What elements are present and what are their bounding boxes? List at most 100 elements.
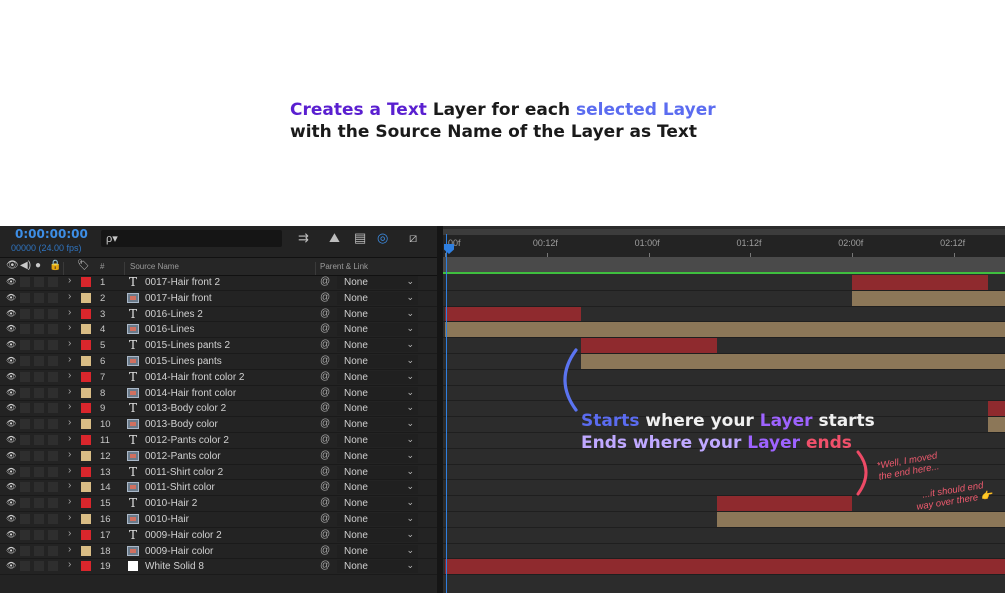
layer-name[interactable]: 0013-Body color 2 bbox=[145, 403, 226, 414]
layer-name[interactable]: 0013-Body color bbox=[145, 419, 218, 430]
label-color-swatch[interactable] bbox=[81, 419, 91, 430]
lock-switch[interactable] bbox=[48, 450, 58, 461]
layer-row[interactable]: 👁 › 13 T 0011-Shirt color 2 @ None ⌄ bbox=[0, 465, 437, 481]
visibility-eye-icon[interactable]: 👁 bbox=[6, 388, 16, 397]
parent-dropdown[interactable]: None ⌄ bbox=[337, 497, 418, 511]
lock-switch[interactable] bbox=[48, 403, 58, 414]
layer-name[interactable]: 0015-Lines pants 2 bbox=[145, 340, 230, 351]
lock-switch-icon[interactable]: 🔒 bbox=[49, 260, 61, 271]
lock-switch[interactable] bbox=[48, 387, 58, 398]
layer-duration-bar[interactable] bbox=[852, 290, 1005, 306]
parent-dropdown[interactable]: None ⌄ bbox=[337, 481, 418, 495]
graph-editor-icon[interactable]: ⧄ bbox=[409, 231, 417, 245]
layer-duration-bar[interactable] bbox=[716, 496, 853, 511]
expand-chevron-icon[interactable]: › bbox=[68, 417, 71, 428]
expand-chevron-icon[interactable]: › bbox=[68, 307, 71, 318]
label-color-swatch[interactable] bbox=[81, 482, 91, 493]
expand-chevron-icon[interactable]: › bbox=[68, 275, 71, 286]
label-color-swatch[interactable] bbox=[81, 450, 91, 461]
video-switch-icon[interactable]: 👁 bbox=[6, 260, 19, 271]
solo-switch[interactable] bbox=[34, 387, 44, 398]
solo-switch[interactable] bbox=[34, 403, 44, 414]
lock-switch[interactable] bbox=[48, 308, 58, 319]
lock-switch[interactable] bbox=[48, 529, 58, 540]
pickwhip-icon[interactable]: @ bbox=[320, 560, 330, 571]
parent-dropdown[interactable]: None ⌄ bbox=[337, 418, 418, 432]
lock-switch[interactable] bbox=[48, 419, 58, 430]
expand-chevron-icon[interactable]: › bbox=[68, 465, 71, 476]
label-color-swatch[interactable] bbox=[81, 513, 91, 524]
parent-dropdown[interactable]: None ⌄ bbox=[337, 528, 418, 542]
parent-dropdown[interactable]: None ⌄ bbox=[337, 291, 418, 305]
audio-switch[interactable] bbox=[20, 419, 30, 430]
pickwhip-icon[interactable]: @ bbox=[320, 418, 330, 429]
current-time-indicator[interactable] bbox=[444, 234, 454, 593]
audio-switch[interactable] bbox=[20, 371, 30, 382]
audio-switch[interactable] bbox=[20, 513, 30, 524]
layer-row[interactable]: 👁 › 17 T 0009-Hair color 2 @ None ⌄ bbox=[0, 528, 437, 544]
parent-dropdown[interactable]: None ⌄ bbox=[337, 544, 418, 558]
label-color-swatch[interactable] bbox=[81, 355, 91, 366]
pickwhip-icon[interactable]: @ bbox=[320, 529, 330, 540]
comp-flowchart-icon[interactable]: ⇉ bbox=[298, 231, 309, 245]
expand-chevron-icon[interactable]: › bbox=[68, 512, 71, 523]
layer-name[interactable]: 0011-Shirt color 2 bbox=[145, 467, 223, 478]
lock-switch[interactable] bbox=[48, 561, 58, 572]
layer-name[interactable]: 0014-Hair front color 2 bbox=[145, 372, 245, 383]
shy-layers-icon[interactable]: ⛰ bbox=[329, 231, 340, 245]
lock-switch[interactable] bbox=[48, 434, 58, 445]
expand-chevron-icon[interactable]: › bbox=[68, 449, 71, 460]
pickwhip-icon[interactable]: @ bbox=[320, 387, 330, 398]
layer-name[interactable]: 0011-Shirt color bbox=[145, 482, 215, 493]
label-color-swatch[interactable] bbox=[81, 387, 91, 398]
audio-switch[interactable] bbox=[20, 450, 30, 461]
visibility-eye-icon[interactable]: 👁 bbox=[6, 277, 16, 286]
pickwhip-icon[interactable]: @ bbox=[320, 323, 330, 334]
layer-row[interactable]: 👁 › 1 T 0017-Hair front 2 @ None ⌄ bbox=[0, 275, 437, 291]
expand-chevron-icon[interactable]: › bbox=[68, 401, 71, 412]
layer-name[interactable]: 0016-Lines bbox=[145, 324, 194, 335]
solo-switch[interactable] bbox=[34, 482, 44, 493]
layer-name[interactable]: 0015-Lines pants bbox=[145, 356, 222, 367]
audio-switch[interactable] bbox=[20, 498, 30, 509]
audio-switch[interactable] bbox=[20, 545, 30, 556]
layer-row[interactable]: 👁 › 2 0017-Hair front @ None ⌄ bbox=[0, 291, 437, 307]
layer-name[interactable]: 0012-Pants color bbox=[145, 451, 221, 462]
visibility-eye-icon[interactable]: 👁 bbox=[6, 293, 16, 302]
parent-dropdown[interactable]: None ⌄ bbox=[337, 354, 418, 368]
label-color-swatch[interactable] bbox=[81, 277, 91, 287]
visibility-eye-icon[interactable]: 👁 bbox=[6, 419, 16, 428]
visibility-eye-icon[interactable]: 👁 bbox=[6, 530, 16, 539]
visibility-eye-icon[interactable]: 👁 bbox=[6, 561, 16, 570]
layer-name[interactable]: 0010-Hair bbox=[145, 514, 189, 525]
audio-switch[interactable] bbox=[20, 308, 30, 319]
audio-switch[interactable] bbox=[20, 434, 30, 445]
expand-chevron-icon[interactable]: › bbox=[68, 433, 71, 444]
visibility-eye-icon[interactable]: 👁 bbox=[6, 372, 16, 381]
layer-row[interactable]: 👁 › 14 0011-Shirt color @ None ⌄ bbox=[0, 480, 437, 497]
layer-name[interactable]: 0009-Hair color 2 bbox=[145, 530, 222, 541]
pickwhip-icon[interactable]: @ bbox=[320, 371, 330, 382]
solo-switch[interactable] bbox=[34, 340, 44, 351]
layer-row[interactable]: 👁 › 12 0012-Pants color @ None ⌄ bbox=[0, 449, 437, 465]
expand-chevron-icon[interactable]: › bbox=[68, 370, 71, 381]
visibility-eye-icon[interactable]: 👁 bbox=[6, 403, 16, 412]
label-color-swatch[interactable] bbox=[81, 529, 91, 540]
solo-switch[interactable] bbox=[34, 355, 44, 366]
layer-row[interactable]: 👁 › 3 T 0016-Lines 2 @ None ⌄ bbox=[0, 307, 437, 323]
solo-switch[interactable] bbox=[34, 308, 44, 319]
audio-switch[interactable] bbox=[20, 529, 30, 540]
layer-name[interactable]: White Solid 8 bbox=[145, 561, 204, 572]
layer-duration-bar[interactable] bbox=[988, 401, 1005, 417]
layer-name[interactable]: 0014-Hair front color bbox=[145, 388, 236, 399]
label-color-swatch[interactable] bbox=[81, 324, 91, 335]
motion-blur-icon[interactable]: ◎ bbox=[377, 231, 388, 245]
layer-row[interactable]: 👁 › 9 T 0013-Body color 2 @ None ⌄ bbox=[0, 401, 437, 418]
audio-switch[interactable] bbox=[20, 403, 30, 414]
visibility-eye-icon[interactable]: 👁 bbox=[6, 324, 16, 333]
parent-dropdown[interactable]: None ⌄ bbox=[337, 560, 418, 574]
solo-switch[interactable] bbox=[34, 466, 44, 477]
label-color-swatch[interactable] bbox=[81, 498, 91, 509]
audio-switch[interactable] bbox=[20, 324, 30, 335]
solo-switch[interactable] bbox=[34, 292, 44, 303]
